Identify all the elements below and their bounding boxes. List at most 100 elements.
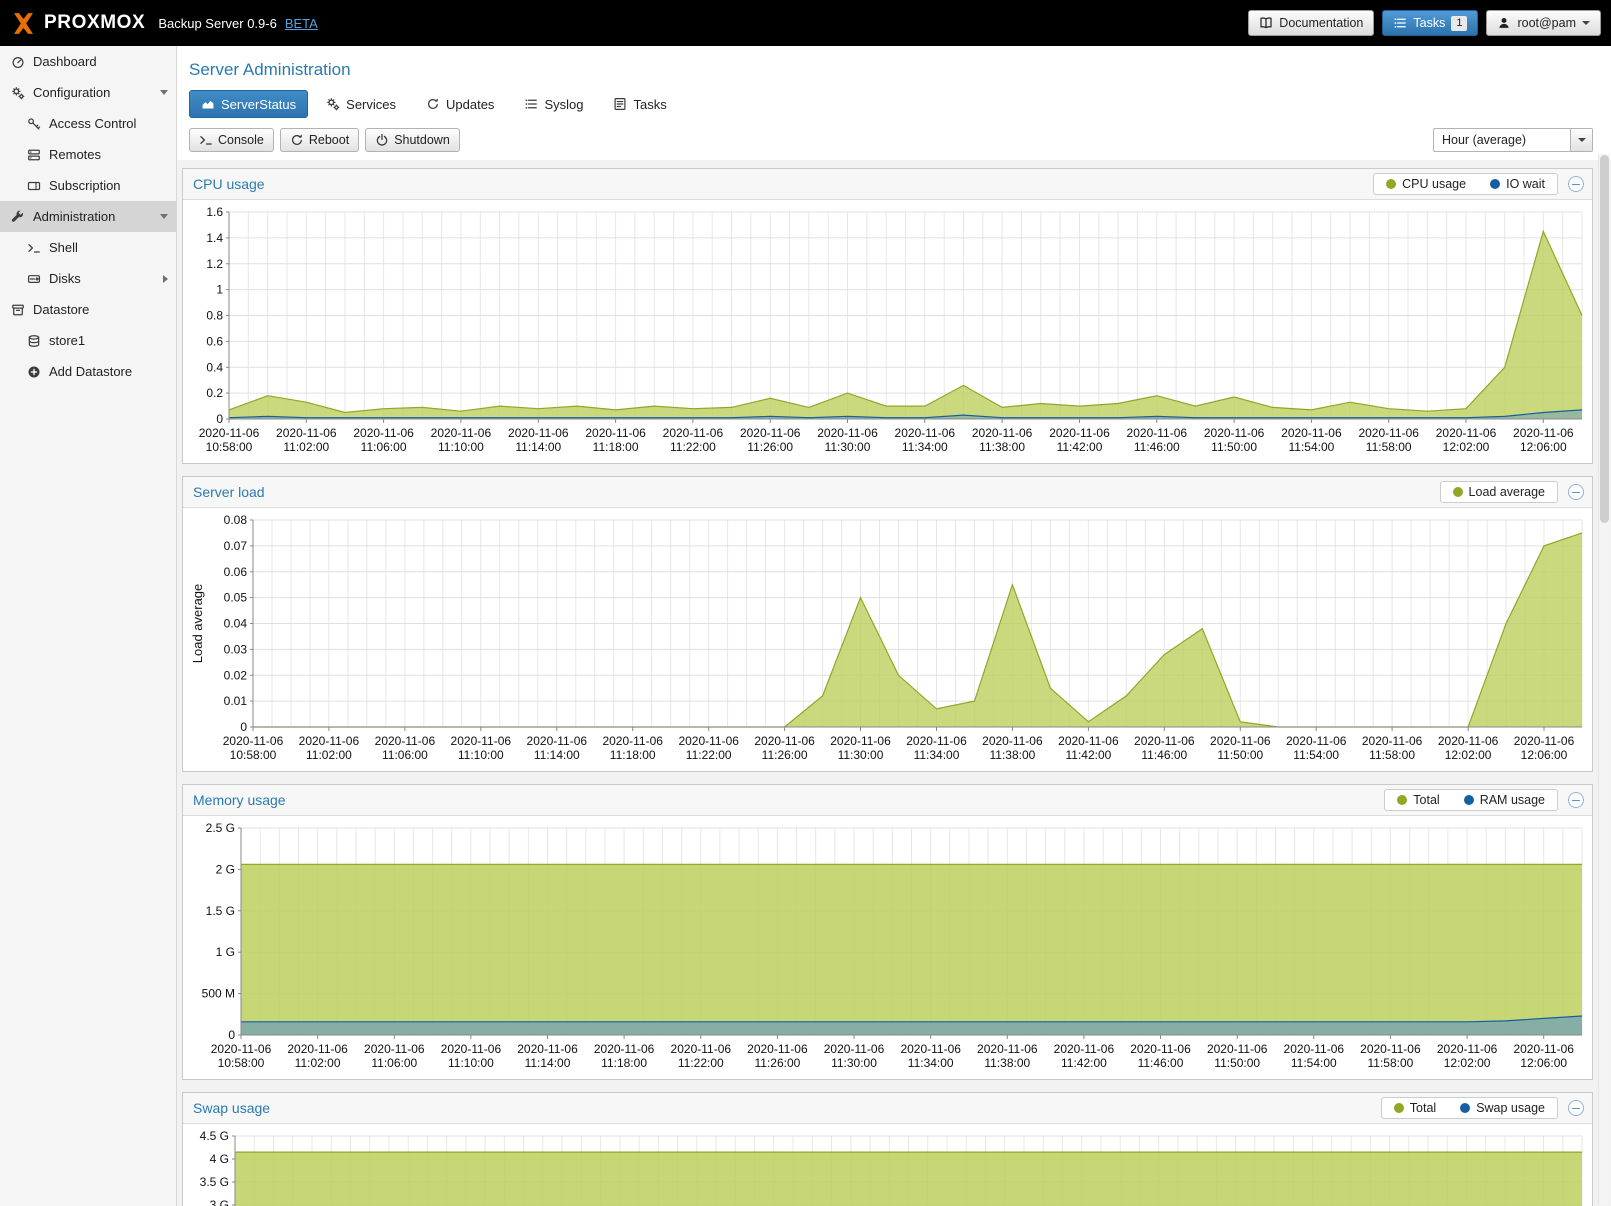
svg-text:1 G: 1 G (216, 945, 235, 959)
svg-text:2020-11-06: 2020-11-06 (754, 734, 815, 748)
svg-text:2020-11-06: 2020-11-06 (972, 426, 1033, 440)
sidebar-item-administration[interactable]: Administration (0, 201, 176, 232)
svg-text:2020-11-06: 2020-11-06 (594, 1042, 655, 1056)
legend-item[interactable]: Load average (1453, 485, 1545, 499)
sidebar-item-disks[interactable]: Disks (0, 263, 176, 294)
svg-text:2020-11-06: 2020-11-06 (830, 734, 891, 748)
tab-syslog[interactable]: Syslog (512, 90, 595, 118)
vertical-scrollbar[interactable] (1598, 154, 1610, 1205)
sidebar-item-dashboard[interactable]: Dashboard (0, 46, 176, 77)
svg-text:2020-11-06: 2020-11-06 (1049, 426, 1110, 440)
tab-updates[interactable]: Updates (414, 90, 506, 118)
svg-text:1.5 G: 1.5 G (206, 904, 235, 918)
svg-text:12:06:00: 12:06:00 (1520, 440, 1567, 454)
panel-header: Server load Load average (183, 477, 1592, 508)
svg-text:2020-11-06: 2020-11-06 (895, 426, 956, 440)
svg-text:0.07: 0.07 (224, 539, 248, 553)
svg-text:2020-11-06: 2020-11-06 (1438, 734, 1499, 748)
svg-text:2020-11-06: 2020-11-06 (1054, 1042, 1115, 1056)
legend-dot-green (1394, 1103, 1404, 1113)
svg-text:2020-11-06: 2020-11-06 (431, 426, 492, 440)
svg-text:2020-11-06: 2020-11-06 (1358, 426, 1419, 440)
legend-dot-blue (1464, 795, 1474, 805)
top-header-bar: PROXMOX Backup Server 0.9-6 BETA Documen… (0, 0, 1611, 46)
combo-trigger[interactable] (1570, 129, 1592, 151)
svg-text:2020-11-06: 2020-11-06 (1286, 734, 1347, 748)
sidebar-item-store1[interactable]: store1 (0, 325, 176, 356)
legend-item[interactable]: Swap usage (1460, 1101, 1545, 1115)
chart-legend: CPU usage IO wait (1373, 173, 1558, 195)
sidebar-item-add-datastore[interactable]: Add Datastore (0, 356, 176, 387)
tab-tasks[interactable]: Tasks (601, 90, 678, 118)
tasks-button[interactable]: Tasks 1 (1382, 10, 1478, 36)
svg-text:11:38:00: 11:38:00 (989, 748, 1035, 762)
reboot-button[interactable]: Reboot (280, 128, 359, 152)
area-chart-icon (201, 97, 215, 111)
svg-text:500 M: 500 M (202, 987, 235, 1001)
svg-text:12:02:00: 12:02:00 (1443, 440, 1490, 454)
user-menu-button[interactable]: root@pam (1486, 10, 1601, 36)
caret-down-icon (1582, 21, 1590, 29)
user-icon (1497, 16, 1511, 30)
svg-text:2020-11-06: 2020-11-06 (1436, 426, 1497, 440)
svg-text:11:18:00: 11:18:00 (610, 748, 656, 762)
scrollbar-thumb[interactable] (1600, 155, 1609, 523)
reboot-icon (290, 133, 304, 147)
svg-text:11:06:00: 11:06:00 (382, 748, 428, 762)
legend-item[interactable]: Total (1394, 1101, 1436, 1115)
chart-area: 0500 M1 G1.5 G2 G2.5 G2020-11-0610:58:00… (183, 816, 1592, 1079)
chart-area: 0500 M1 G1.5 G2 G2.5 G3 G3.5 G4 G4.5 G20… (183, 1124, 1592, 1206)
legend-item[interactable]: IO wait (1490, 177, 1545, 191)
legend-item[interactable]: RAM usage (1464, 793, 1545, 807)
svg-text:11:26:00: 11:26:00 (754, 1056, 800, 1070)
collapse-icon[interactable] (1568, 484, 1584, 500)
legend-item[interactable]: Total (1397, 793, 1439, 807)
svg-text:2020-11-06: 2020-11-06 (1513, 1042, 1574, 1056)
legend-dot-green (1453, 487, 1463, 497)
beta-link[interactable]: BETA (285, 16, 318, 31)
expander-down-icon[interactable] (160, 90, 168, 95)
sidebar-item-remotes[interactable]: Remotes (0, 139, 176, 170)
key-icon (26, 117, 42, 131)
sidebar-item-shell[interactable]: Shell (0, 232, 176, 263)
sidebar-item-subscription[interactable]: Subscription (0, 170, 176, 201)
legend-dot-blue (1490, 179, 1500, 189)
sidebar-item-configuration[interactable]: Configuration (0, 77, 176, 108)
svg-text:11:46:00: 11:46:00 (1141, 748, 1187, 762)
svg-text:12:02:00: 12:02:00 (1444, 1056, 1491, 1070)
tab-bar: ServerStatus Services Updates Syslog Tas… (189, 90, 1611, 118)
svg-text:11:54:00: 11:54:00 (1288, 440, 1334, 454)
svg-text:11:58:00: 11:58:00 (1367, 1056, 1413, 1070)
svg-text:2020-11-06: 2020-11-06 (508, 426, 569, 440)
panel-header: Memory usage Total RAM usage (183, 785, 1592, 816)
svg-text:0.8: 0.8 (206, 309, 223, 323)
navigation-sidebar: Dashboard Configuration Access Control R… (0, 46, 177, 1206)
svg-text:12:06:00: 12:06:00 (1521, 748, 1568, 762)
legend-item[interactable]: CPU usage (1386, 177, 1466, 191)
svg-text:2020-11-06: 2020-11-06 (199, 426, 260, 440)
svg-text:2020-11-06: 2020-11-06 (1204, 426, 1265, 440)
shutdown-button[interactable]: Shutdown (365, 128, 460, 152)
collapse-icon[interactable] (1568, 792, 1584, 808)
svg-text:11:18:00: 11:18:00 (593, 440, 639, 454)
sidebar-item-datastore[interactable]: Datastore (0, 294, 176, 325)
tab-services[interactable]: Services (314, 90, 408, 118)
svg-text:2020-11-06: 2020-11-06 (1058, 734, 1119, 748)
swap-usage-chart: 0500 M1 G1.5 G2 G2.5 G3 G3.5 G4 G4.5 G20… (189, 1128, 1586, 1206)
list-icon (524, 97, 538, 111)
svg-text:2020-11-06: 2020-11-06 (276, 426, 337, 440)
collapse-icon[interactable] (1568, 176, 1584, 192)
expander-down-icon[interactable] (160, 214, 168, 219)
svg-text:11:22:00: 11:22:00 (686, 748, 732, 762)
tab-serverstatus[interactable]: ServerStatus (189, 90, 308, 118)
svg-text:1.4: 1.4 (206, 231, 223, 245)
sidebar-item-access-control[interactable]: Access Control (0, 108, 176, 139)
console-button[interactable]: Console (189, 128, 274, 152)
ticket-icon (26, 179, 42, 193)
collapse-icon[interactable] (1568, 1100, 1584, 1116)
documentation-button[interactable]: Documentation (1248, 10, 1374, 36)
expander-right-icon[interactable] (163, 275, 168, 283)
timeframe-select[interactable]: Hour (average) (1433, 128, 1593, 152)
svg-text:11:22:00: 11:22:00 (678, 1056, 724, 1070)
svg-text:10:58:00: 10:58:00 (230, 748, 277, 762)
